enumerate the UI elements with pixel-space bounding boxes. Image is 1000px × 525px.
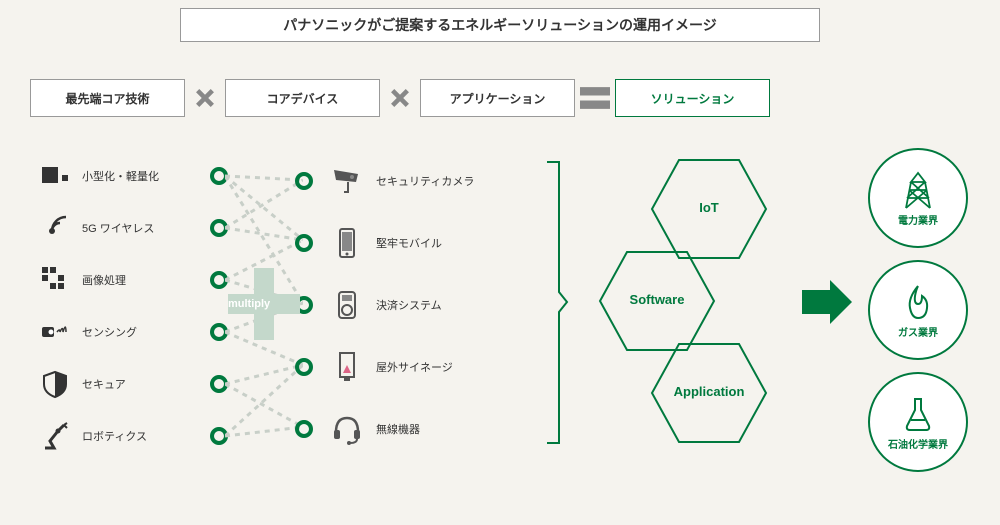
- device-column: セキュリティカメラ 堅牢モバイル 決済システム 屋外サイネージ 無線機器: [330, 150, 530, 460]
- tech-item: 5G ワイヤレス: [40, 202, 210, 254]
- connector-circle-icon: [210, 219, 228, 237]
- device-item: セキュリティカメラ: [330, 150, 530, 212]
- arrow-icon: [800, 278, 854, 326]
- tech-label: 画像処理: [82, 272, 126, 288]
- signage-icon: [330, 350, 364, 384]
- flame-icon: [898, 282, 938, 322]
- diagram-body: 小型化・軽量化 5G ワイヤレス 画像処理 センシング セキュア ロボティクス: [0, 140, 1000, 525]
- device-item: 堅牢モバイル: [330, 212, 530, 274]
- device-item: 無線機器: [330, 398, 530, 460]
- connector-circle-icon: [210, 375, 228, 393]
- robotics-icon: [40, 421, 70, 451]
- tech-item: 小型化・軽量化: [40, 150, 210, 202]
- solution-petrochemical: 石油化学業界: [868, 372, 968, 472]
- hex-application: Application: [650, 342, 768, 444]
- category-tech: 最先端コア技術: [30, 79, 185, 117]
- solution-gas: ガス業界: [868, 260, 968, 360]
- connector-circle-icon: [295, 172, 313, 190]
- flask-icon: [898, 394, 938, 434]
- payment-terminal-icon: [330, 288, 364, 322]
- device-label: 堅牢モバイル: [376, 235, 442, 251]
- wireless-icon: [40, 213, 70, 243]
- category-solution: ソリューション: [615, 79, 770, 117]
- hex-label: IoT: [650, 200, 768, 215]
- device-label: セキュリティカメラ: [376, 173, 474, 189]
- hex-label: Application: [650, 384, 768, 399]
- solution-power: 電力業界: [868, 148, 968, 248]
- hexagon-group: IoT Software Application: [588, 158, 788, 448]
- hex-software: Software: [598, 250, 716, 352]
- device-label: 決済システム: [376, 297, 442, 313]
- category-app: アプリケーション: [420, 79, 575, 117]
- connector-circle-icon: [210, 167, 228, 185]
- mobile-icon: [330, 226, 364, 260]
- tech-item: 画像処理: [40, 254, 210, 306]
- tech-label: 5G ワイヤレス: [82, 220, 154, 236]
- title-bar: パナソニックがご提案するエネルギーソリューションの運用イメージ: [180, 8, 820, 42]
- sensing-icon: [40, 317, 70, 347]
- connector-circle-icon: [210, 427, 228, 445]
- connector-circle-icon: [295, 420, 313, 438]
- multiply-label: multiply: [228, 298, 270, 310]
- tech-label: ロボティクス: [82, 428, 147, 444]
- headset-icon: [330, 412, 364, 446]
- miniaturize-icon: [40, 161, 70, 191]
- tech-label: 小型化・軽量化: [82, 168, 159, 184]
- tech-item: セキュア: [40, 358, 210, 410]
- solution-label: 石油化学業界: [888, 436, 948, 451]
- tech-item: ロボティクス: [40, 410, 210, 462]
- tech-label: セキュア: [82, 376, 126, 392]
- bracket-icon: [545, 160, 569, 445]
- hex-iot: IoT: [650, 158, 768, 260]
- tech-item: センシング: [40, 306, 210, 358]
- multiply-icon: [185, 87, 225, 109]
- solution-label: ガス業界: [898, 324, 938, 339]
- device-item: 屋外サイネージ: [330, 336, 530, 398]
- equals-icon: [575, 78, 615, 118]
- tech-label: センシング: [82, 324, 137, 340]
- category-row: 最先端コア技術 コアデバイス アプリケーション ソリューション: [0, 78, 1000, 118]
- solution-label: 電力業界: [898, 212, 938, 227]
- solution-column: 電力業界 ガス業界 石油化学業界: [868, 148, 978, 484]
- image-processing-icon: [40, 265, 70, 295]
- security-camera-icon: [330, 164, 364, 198]
- tech-column: 小型化・軽量化 5G ワイヤレス 画像処理 センシング セキュア ロボティクス: [40, 150, 210, 462]
- power-tower-icon: [898, 170, 938, 210]
- connector-circle-icon: [295, 234, 313, 252]
- device-label: 屋外サイネージ: [376, 359, 453, 375]
- device-label: 無線機器: [376, 421, 420, 437]
- connector-circle-icon: [295, 358, 313, 376]
- device-item: 決済システム: [330, 274, 530, 336]
- secure-icon: [40, 369, 70, 399]
- hex-label: Software: [598, 292, 716, 307]
- multiply-icon: [380, 87, 420, 109]
- category-device: コアデバイス: [225, 79, 380, 117]
